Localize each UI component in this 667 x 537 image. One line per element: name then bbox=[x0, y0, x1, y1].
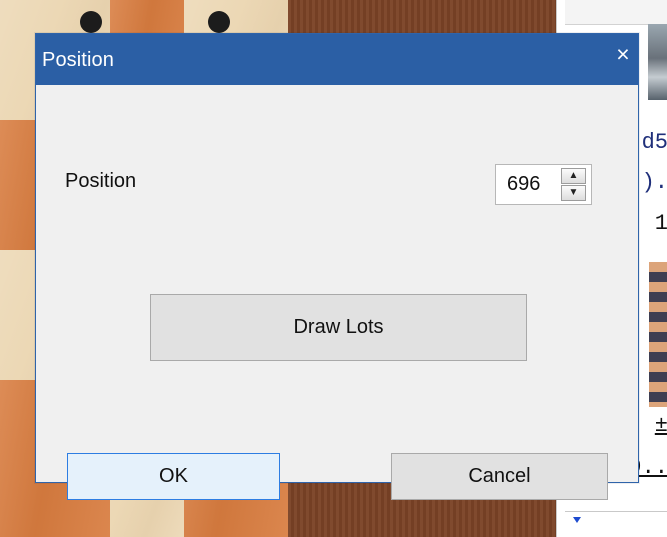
panel-text-1: d5 bbox=[641, 130, 667, 155]
chevron-down-icon: ▼ bbox=[568, 187, 579, 198]
player-photo bbox=[648, 24, 667, 100]
ok-button[interactable]: OK bbox=[67, 453, 280, 500]
draw-lots-label: Draw Lots bbox=[293, 316, 384, 338]
spin-up-button[interactable]: ▲ bbox=[561, 168, 586, 184]
dialog-titlebar: Position × bbox=[36, 34, 638, 85]
panel-bottom-bar bbox=[565, 511, 667, 537]
piece-dot bbox=[80, 11, 102, 33]
spin-buttons: ▲ ▼ bbox=[561, 168, 586, 201]
panel-mini-board bbox=[649, 262, 667, 407]
piece-dot bbox=[208, 11, 230, 33]
cancel-label: Cancel bbox=[468, 465, 531, 487]
panel-marker-icon bbox=[573, 517, 581, 523]
chevron-up-icon: ▲ bbox=[568, 170, 579, 181]
panel-text-4: ± bbox=[654, 413, 667, 438]
position-label: Position bbox=[65, 170, 137, 192]
draw-lots-button[interactable]: Draw Lots bbox=[150, 294, 527, 361]
spin-down-button[interactable]: ▼ bbox=[561, 185, 586, 201]
cancel-button[interactable]: Cancel bbox=[391, 453, 608, 500]
dialog-content: Position 696 ▲ ▼ Draw Lots OK Cancel bbox=[36, 85, 638, 500]
panel-text-3: 1 bbox=[654, 211, 667, 236]
close-button[interactable]: × bbox=[608, 34, 638, 74]
position-dialog: Position × Position 696 ▲ ▼ Draw Lots OK bbox=[35, 33, 639, 500]
position-spinbox[interactable]: 696 ▲ ▼ bbox=[495, 164, 592, 205]
ok-label: OK bbox=[159, 465, 188, 487]
panel-top-strip bbox=[565, 0, 667, 25]
close-icon: × bbox=[616, 40, 630, 67]
panel-text-2: ). bbox=[641, 170, 667, 195]
position-value[interactable]: 696 bbox=[507, 173, 540, 196]
dialog-title: Position bbox=[42, 49, 114, 71]
